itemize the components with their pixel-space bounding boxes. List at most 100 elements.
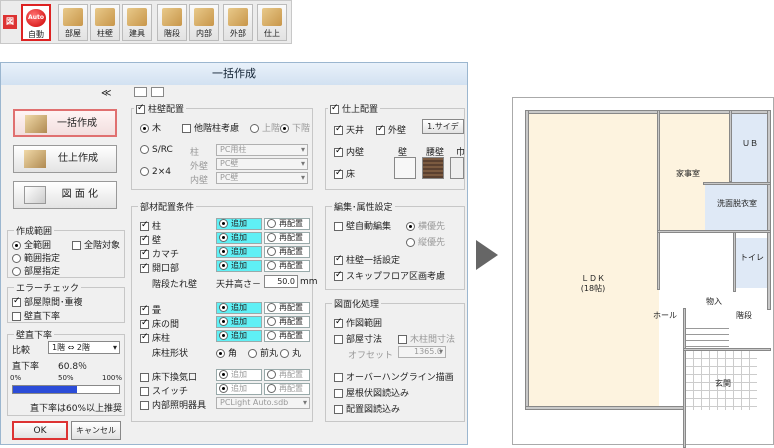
room-gap-checkbox[interactable]: 部屋隙間･重複 (12, 295, 83, 308)
wood-pillar-dimension-checkbox[interactable]: 木柱間寸法 (398, 332, 455, 345)
range-specify-radio[interactable]: 範囲指定 (12, 251, 60, 264)
vertical-rate-checkbox[interactable]: 壁直下率 (12, 309, 60, 322)
wall-replace-radio[interactable]: 再配置 (264, 232, 310, 244)
outer-wall-select[interactable]: PC壁 (216, 158, 308, 170)
interior-light-checkbox[interactable]: 内部照明器具 (140, 398, 206, 411)
light-file-select[interactable]: PCLight Auto.sdb (216, 397, 310, 409)
wall-checkbox[interactable]: 壁 (140, 233, 161, 246)
offset-input[interactable]: 1365.0 (398, 346, 446, 358)
tatami-replace-radio[interactable]: 再配置 (264, 302, 310, 314)
finish-button[interactable]: 仕上 (257, 4, 287, 41)
switch-add-radio[interactable]: 追加 (216, 383, 262, 395)
room-label: ＵＢ (742, 139, 758, 148)
ceiling-checkbox[interactable]: 天井 (334, 123, 364, 136)
switch-replace-radio[interactable]: 再配置 (264, 383, 310, 395)
toilet-area (735, 238, 769, 288)
underfloor-vent-replace-radio[interactable]: 再配置 (264, 369, 310, 381)
src-radio[interactable]: S/RC (140, 145, 173, 155)
layout-plan-checkbox[interactable]: 配置図読込み (334, 402, 400, 415)
towel-texture-swatch[interactable] (450, 157, 464, 179)
drawing-range-checkbox[interactable]: 作図範囲 (334, 316, 382, 329)
tatami-add-radio[interactable]: 追加 (216, 302, 262, 314)
floor-checkbox[interactable]: 床 (334, 167, 355, 180)
drawing-icon (24, 186, 46, 204)
stairs-button[interactable]: 階段 (157, 4, 187, 41)
uncheck-all-icon[interactable] (151, 87, 164, 97)
frame-replace-radio[interactable]: 再配置 (264, 246, 310, 258)
collapse-button[interactable]: ≪ (101, 88, 111, 99)
room-button[interactable]: 部屋 (58, 4, 88, 41)
waist-texture-swatch[interactable] (422, 157, 444, 179)
room-specify-radio[interactable]: 部屋指定 (12, 264, 60, 277)
wall-add-radio[interactable]: 追加 (216, 232, 262, 244)
toko-pillar-replace-radio[interactable]: 再配置 (264, 330, 310, 342)
finish-group: 仕上配置 天井 外壁 1.サイデ 内壁 床 壁 腰壁 巾 (325, 102, 465, 190)
opening-checkbox[interactable]: 開口部 (140, 261, 179, 274)
pillar-batch-checkbox[interactable]: 柱壁一括設定 (334, 253, 400, 266)
underfloor-vent-add-radio[interactable]: 追加 (216, 369, 262, 381)
frame-checkbox[interactable]: カマチ (140, 247, 179, 260)
other-floor-checkbox[interactable]: 他階柱考慮 (182, 121, 239, 134)
skip-floor-checkbox[interactable]: スキップフロア区画考慮 (334, 269, 445, 282)
tatami-checkbox[interactable]: 畳 (140, 303, 161, 316)
two-by-four-radio[interactable]: 2×4 (140, 167, 171, 177)
shape-square-radio[interactable]: 角 (216, 346, 237, 359)
pillar-wall-button[interactable]: 柱壁 (90, 4, 120, 41)
toko-pillar-add-radio[interactable]: 追加 (216, 330, 262, 342)
batch-create-button[interactable]: 一括作成 (13, 109, 117, 137)
outer-wall-checkbox[interactable]: 外壁 (376, 123, 406, 136)
room-label: ホール (653, 311, 677, 320)
tokonoma-replace-radio[interactable]: 再配置 (264, 316, 310, 328)
pillar-checkbox[interactable]: 柱 (140, 219, 161, 232)
finish-create-button[interactable]: 仕上作成 (13, 145, 117, 173)
roof-plan-checkbox[interactable]: 屋根伏図読込み (334, 386, 409, 399)
vertical-priority-radio[interactable]: 縦優先 (406, 235, 445, 248)
ok-button[interactable]: OK (12, 421, 68, 440)
shape-round-radio[interactable]: 丸 (280, 346, 301, 359)
opening-replace-radio[interactable]: 再配置 (264, 260, 310, 272)
arrow-right-icon (476, 240, 498, 270)
fitting-button[interactable]: 建具 (122, 4, 152, 41)
batch-create-dialog: 一括作成 ≪ 一括作成 仕上作成 図 面 化 作成範囲 全範囲 全階対象 範囲指… (0, 62, 468, 445)
switch-checkbox[interactable]: スイッチ (140, 384, 188, 397)
wood-radio[interactable]: 木 (140, 121, 161, 134)
stairs-icon (162, 8, 182, 26)
inner-wall-checkbox[interactable]: 内壁 (334, 145, 364, 158)
interior-button[interactable]: 内部 (189, 4, 219, 41)
upper-floor-radio[interactable]: 上階 (250, 121, 280, 134)
siding-button[interactable]: 1.サイデ (422, 119, 464, 134)
wall-texture-swatch[interactable] (394, 157, 416, 179)
pillar-select[interactable]: PC用柱 (216, 144, 308, 156)
all-floors-checkbox[interactable]: 全階対象 (72, 238, 120, 251)
tokonoma-add-radio[interactable]: 追加 (216, 316, 262, 328)
room-dimension-checkbox[interactable]: 部屋寸法 (334, 332, 382, 345)
horizontal-priority-radio[interactable]: 横優先 (406, 219, 445, 232)
ceiling-height-input[interactable]: 50.0 (264, 275, 298, 288)
cancel-button[interactable]: キャンセル (71, 421, 121, 440)
compare-floor-select[interactable]: 1階 ⇔ 2階 ▾ (48, 341, 120, 354)
pillar-wall-group: 柱壁配置 木 他階柱考慮 上階 下階 S/RC 2×4 柱 外壁 内壁 PC用柱… (131, 102, 313, 190)
drawing-icon[interactable]: 図 (3, 15, 17, 29)
pillar-replace-radio[interactable]: 再配置 (264, 218, 310, 230)
drawing-button[interactable]: 図 面 化 (13, 181, 117, 209)
overhang-checkbox[interactable]: オーバーハングライン描画 (334, 370, 454, 383)
range-all-radio[interactable]: 全範囲 (12, 238, 51, 251)
parts-group: 部材配置条件 柱追加再配置壁追加再配置カマチ追加再配置開口部追加再配置階段たれ壁… (131, 200, 318, 422)
room-label: トイレ (740, 253, 764, 262)
auto-edit-checkbox[interactable]: 壁自動編集 (334, 219, 391, 232)
underfloor-vent-checkbox[interactable]: 床下換気口 (140, 370, 197, 383)
auto-button[interactable]: Auto 自動 (21, 4, 51, 41)
frame-add-radio[interactable]: 追加 (216, 246, 262, 258)
pillar-add-radio[interactable]: 追加 (216, 218, 262, 230)
room-label: ＬＤＫ (18帖) (580, 274, 606, 293)
shape-front-round-radio[interactable]: 前丸 (248, 346, 278, 359)
check-all-icon[interactable] (134, 87, 147, 97)
inner-wall-select[interactable]: PC壁 (216, 172, 308, 184)
exterior-button[interactable]: 外部 (223, 4, 253, 41)
lower-floor-radio[interactable]: 下階 (280, 121, 310, 134)
toko-pillar-checkbox[interactable]: 床柱 (140, 331, 170, 344)
tokonoma-checkbox[interactable]: 床の間 (140, 317, 179, 330)
opening-add-radio[interactable]: 追加 (216, 260, 262, 272)
room-label: 玄関 (715, 379, 731, 388)
exterior-icon (228, 8, 248, 26)
